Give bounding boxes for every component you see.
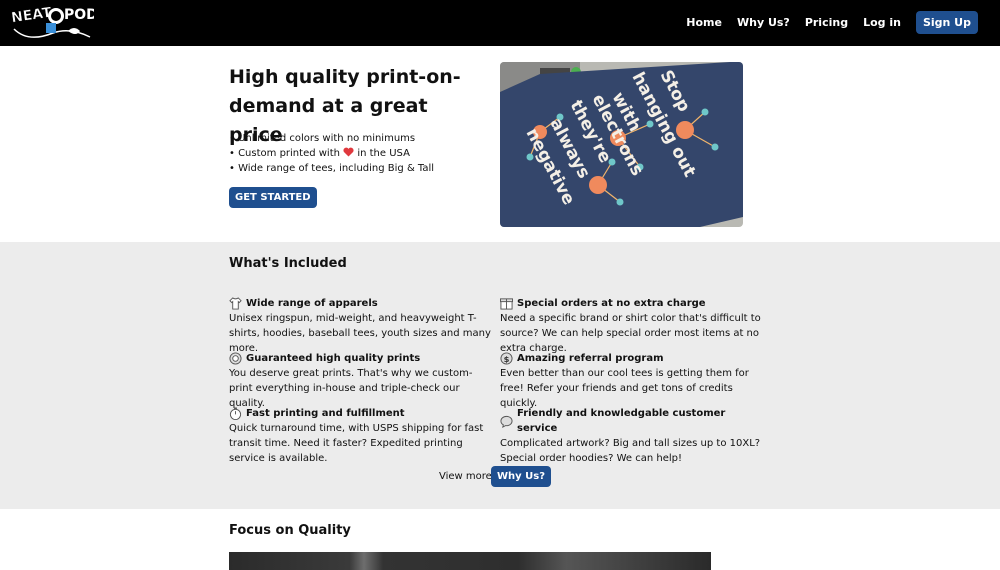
nav-home-link[interactable]: Home — [686, 16, 722, 29]
feature-description: Complicated artwork? Big and tall sizes … — [500, 438, 761, 464]
why-us-button[interactable]: Why Us? — [491, 466, 552, 487]
feature-card: Wide range of apparels Unisex ringspun, … — [229, 296, 494, 356]
nav-login-link[interactable]: Log in — [863, 16, 901, 29]
section-title: What's Included — [229, 256, 347, 271]
bullet-text: Wide range of tees, including Big & Tall — [238, 163, 435, 174]
feature-title: Wide range of apparels — [246, 298, 378, 309]
svg-text:POD: POD — [64, 7, 94, 23]
feature-title: Special orders at no extra charge — [517, 298, 706, 309]
heart-icon — [343, 147, 354, 157]
box-icon — [500, 298, 513, 310]
feature-description: Quick turnaround time, with USPS shippin… — [229, 423, 484, 464]
get-started-button[interactable]: GET STARTED — [229, 187, 317, 208]
bullet-item: • Unlimited colors with no minimums — [229, 133, 416, 144]
feature-card: Friendly and knowledgable customer servi… — [500, 406, 762, 466]
bullet-text: in the USA — [357, 148, 410, 159]
bullet-item: • Wide range of tees, including Big & Ta… — [229, 163, 435, 174]
quality-section-title: Focus on Quality — [229, 523, 351, 538]
feature-description: Need a specific brand or shirt color tha… — [500, 313, 761, 354]
feature-card: Guaranteed high quality prints You deser… — [229, 351, 494, 411]
view-more-label: View more: — [439, 471, 496, 482]
dollar-icon: $ — [500, 352, 513, 365]
badge-icon — [229, 352, 242, 365]
neatopod-logo[interactable]: NEAT POD — [8, 3, 94, 43]
feature-title: Fast printing and fulfillment — [246, 408, 405, 419]
feature-title: Amazing referral program — [517, 353, 664, 364]
hero-shirt-image: Stop hanging out with electrons they're … — [500, 62, 743, 227]
quality-image — [229, 552, 711, 570]
stopwatch-icon — [229, 407, 242, 420]
feature-title: Friendly and knowledgable customer servi… — [517, 408, 726, 434]
top-navbar: NEAT POD Home Why Us? Pricing Log in Sig… — [0, 0, 1000, 46]
feature-description: You deserve great prints. That's why we … — [229, 368, 473, 409]
bullet-text: Custom printed with — [238, 148, 340, 159]
chat-icon — [500, 415, 513, 428]
hero-bullet-list: • Unlimited colors with no minimums • Cu… — [229, 131, 434, 176]
nav-pricing-link[interactable]: Pricing — [805, 16, 848, 29]
nav-why-us-link[interactable]: Why Us? — [737, 16, 790, 29]
feature-description: Even better than our cool tees is gettin… — [500, 368, 749, 409]
feature-card: $ Amazing referral program Even better t… — [500, 351, 762, 411]
bullet-text: Unlimited colors with no minimums — [238, 133, 416, 144]
nav-links: Home Why Us? Pricing Log in Sign Up — [671, 11, 978, 34]
signup-button[interactable]: Sign Up — [915, 11, 978, 34]
svg-text:$: $ — [504, 354, 510, 364]
bullet-item: • Custom printed with in the USA — [229, 147, 410, 159]
feature-title: Guaranteed high quality prints — [246, 353, 421, 364]
tshirt-icon — [229, 297, 242, 310]
feature-card: Special orders at no extra charge Need a… — [500, 296, 762, 356]
feature-card: Fast printing and fulfillment Quick turn… — [229, 406, 491, 466]
feature-description: Unisex ringspun, mid-weight, and heavywe… — [229, 313, 491, 354]
